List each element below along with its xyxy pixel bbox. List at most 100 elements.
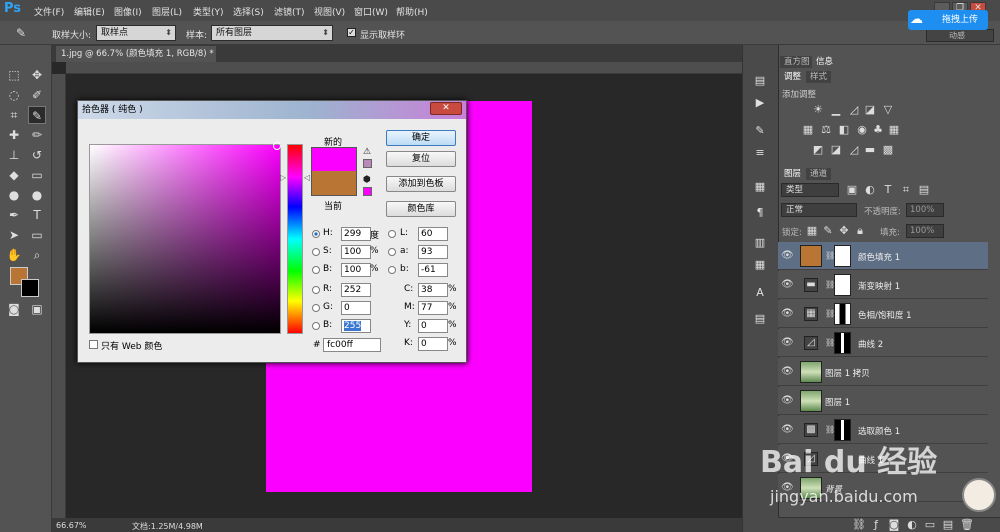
menu-window[interactable]: 窗口(W) [354,5,388,18]
tab-info[interactable]: 信息 [812,56,838,68]
pen-tool-icon[interactable]: ✒ [5,206,23,224]
menu-select[interactable]: 选择(S) [233,5,264,18]
properties-panel-icon[interactable]: ▤ [750,310,770,328]
web-safe-swatch[interactable] [363,187,372,196]
crop-tool-icon[interactable]: ⌗ [5,106,23,124]
curves-adj-icon[interactable]: ◿ [848,104,860,116]
menu-type[interactable]: 类型(Y) [193,5,224,18]
y-field[interactable]: 0 [418,319,448,333]
tool-presets-icon[interactable]: ✎ [750,122,770,140]
tab-layers[interactable]: 图层 [780,168,806,180]
eye-icon[interactable]: 👁︎ [781,250,794,261]
paragraph-panel-icon[interactable]: ¶ [750,204,770,222]
bw-adj-icon[interactable]: ◧ [838,124,850,136]
layer-name[interactable]: 颜色填充 1 [858,251,900,263]
lock-pixels-icon[interactable]: ✎ [822,225,834,237]
layer-thumbnail[interactable] [800,390,822,412]
selective-color-adj-icon[interactable]: ▩ [882,144,894,156]
dialog-close-button[interactable]: ✕ [430,102,462,115]
eye-icon[interactable]: 👁︎ [781,395,794,406]
reset-button[interactable]: 复位 [386,151,456,167]
layer-comps-icon[interactable]: ▦ [750,178,770,196]
eye-icon[interactable]: 👁︎ [781,308,794,319]
menu-file[interactable]: 文件(F) [34,5,64,18]
layer-filter-select[interactable]: 类型 [781,183,839,197]
lock-position-icon[interactable]: ✥ [838,225,850,237]
color-field-cursor[interactable] [273,142,281,150]
actions-panel-icon[interactable]: ▶ [750,94,770,112]
new-adjustment-icon[interactable]: ◐ [906,519,918,531]
filter-shape-icon[interactable]: ⌗ [900,184,912,196]
blue-field[interactable]: 255 [341,319,371,333]
path-select-icon[interactable]: ➤ [5,226,23,244]
gamut-warning-icon[interactable]: ⚠ [363,147,371,157]
tab-histogram[interactable]: 直方图 [780,56,814,68]
layer-thumbnail[interactable] [800,361,822,383]
layer-row[interactable]: 👁︎ ⛓︎ 颜色填充 1 [778,242,988,270]
zoom-tool-icon[interactable]: ⌕ [28,246,46,264]
layer-name[interactable]: 曲线 2 [858,338,883,350]
add-mask-icon[interactable]: ◙ [888,519,900,531]
levels-adj-icon[interactable]: ▁ [830,104,842,116]
vibrance-adj-icon[interactable]: ▽ [882,104,894,116]
m-field[interactable]: 77 [418,301,448,315]
document-tab[interactable]: 1.jpg @ 66.7% (颜色填充 1, RGB/8) * [56,46,216,62]
tab-channels[interactable]: 通道 [806,168,832,180]
layer-row[interactable]: 👁︎ ▬ ⛓︎ 渐变映射 1 [778,271,988,299]
lock-transparent-icon[interactable]: ▦ [806,225,818,237]
eyedropper-tool-icon[interactable]: ✎ [28,106,46,124]
dodge-tool-icon[interactable]: ● [28,186,46,204]
tab-adjustments[interactable]: 调整 [780,71,806,83]
history-panel-icon[interactable]: ▤ [750,72,770,90]
h-radio[interactable] [312,230,320,238]
marquee-tool-icon[interactable]: ⬚ [5,66,23,84]
lab-a-radio[interactable] [388,248,396,256]
hue-slider-right-arrow-icon[interactable]: ◁ [304,173,310,182]
menu-filter[interactable]: 滤镜(T) [274,5,305,18]
g-field[interactable]: 0 [341,301,371,315]
layer-row[interactable]: 👁︎ 图层 1 [778,387,988,415]
layer-mask-thumbnail[interactable] [834,303,851,325]
filter-smart-icon[interactable]: ▤ [918,184,930,196]
navigator-panel-icon[interactable]: ▦ [750,256,770,274]
b-radio[interactable] [312,266,320,274]
hue-slider-left-arrow-icon[interactable]: ▷ [280,173,286,182]
lock-all-icon[interactable]: 🔒︎ [854,225,866,237]
opacity-field[interactable]: 100% [906,203,944,217]
layer-name[interactable]: 色相/饱和度 1 [858,309,911,321]
quick-select-tool-icon[interactable]: ✐ [28,86,46,104]
c-field[interactable]: 38 [418,283,448,297]
eye-icon[interactable]: 👁︎ [781,366,794,377]
web-safe-cube-icon[interactable]: ⬢ [363,175,371,185]
k-field[interactable]: 0 [418,337,448,351]
s-field[interactable]: 100 [341,245,371,259]
sample-select[interactable]: 所有图层 [211,25,333,41]
gamut-swatch[interactable] [363,159,372,168]
move-tool-icon[interactable]: ✥ [28,66,46,84]
link-layers-icon[interactable]: ⛓︎ [852,519,866,531]
color-libraries-button[interactable]: 颜色库 [386,201,456,217]
history-brush-icon[interactable]: ↺ [28,146,46,164]
show-ring-checkbox[interactable]: ✓ [347,28,356,37]
posterize-adj-icon[interactable]: ◪ [830,144,842,156]
layer-name[interactable]: 选取颜色 1 [858,425,900,437]
type-tool-icon[interactable]: T [28,206,46,224]
stamp-tool-icon[interactable]: ⊥ [5,146,23,164]
layer-mask-thumbnail[interactable] [834,245,851,267]
l-radio[interactable] [388,230,396,238]
layer-row[interactable]: 👁︎ ▦ ⛓︎ 色相/饱和度 1 [778,300,988,328]
exposure-adj-icon[interactable]: ◪ [864,104,876,116]
color-field[interactable] [89,144,281,334]
menu-edit[interactable]: 编辑(E) [74,5,105,18]
current-color-swatch[interactable] [311,171,357,196]
invert-adj-icon[interactable]: ◩ [812,144,824,156]
brush-panel-icon[interactable]: ≡ [750,144,770,162]
eye-icon[interactable]: 👁︎ [781,279,794,290]
layer-thumbnail[interactable] [800,245,822,267]
swatches-panel-icon[interactable]: ▥ [750,234,770,252]
gradient-tool-icon[interactable]: ▭ [28,166,46,184]
hue-slider[interactable] [287,144,303,334]
background-color-swatch[interactable] [21,279,39,297]
photo-filter-adj-icon[interactable]: ◉ [856,124,868,136]
lab-b-field[interactable]: -61 [418,263,448,277]
